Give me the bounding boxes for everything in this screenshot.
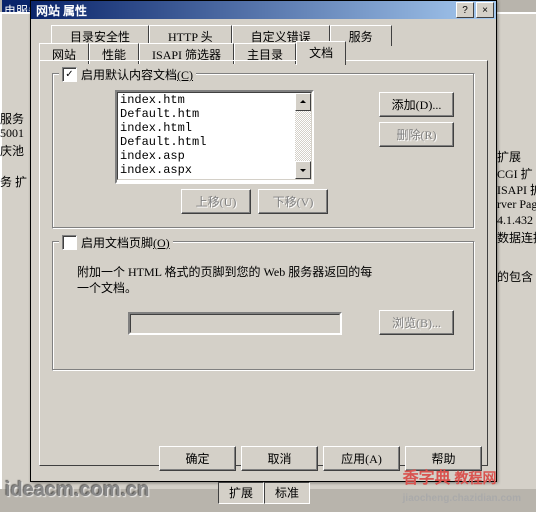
list-item[interactable]: Default.htm <box>120 107 293 121</box>
cancel-button[interactable]: 取消 <box>241 446 318 471</box>
bg-row: 数据连接 <box>497 229 536 246</box>
tab-documents[interactable]: 文档 <box>296 41 346 65</box>
checkbox-icon: ✓ <box>62 67 77 82</box>
checkbox-label: 启用文档页脚(O) <box>81 234 170 251</box>
scroll-down-icon[interactable] <box>295 161 311 179</box>
move-down-button[interactable]: 下移(V) <box>258 189 328 214</box>
bg-row: rver Pag <box>497 197 536 212</box>
checkbox-label: 启用默认内容文档(C) <box>81 66 193 83</box>
apply-button[interactable]: 应用(A) <box>323 446 400 471</box>
remove-button[interactable]: 删除(R) <box>379 122 454 147</box>
bg-side: 庆池 <box>0 142 24 159</box>
footer-description: 附加一个 HTML 格式的页脚到您的 Web 服务器返回的每一个文档。 <box>77 264 377 296</box>
enable-doc-footer-checkbox[interactable]: 启用文档页脚(O) <box>59 234 173 251</box>
bottom-tab-standard[interactable]: 标准 <box>264 482 310 504</box>
ok-button[interactable]: 确定 <box>159 446 236 471</box>
scroll-up-icon[interactable] <box>295 93 311 111</box>
bg-row: 4.1.432 <box>497 213 533 228</box>
browse-button: 浏览(B)... <box>379 310 454 335</box>
add-button[interactable]: 添加(D)... <box>379 92 454 117</box>
bottom-tab-strip: 扩展 标准 <box>218 482 310 504</box>
properties-dialog: 网站 属性 ? × 目录安全性 HTTP 头 自定义错误 服务 网站 性能 IS… <box>30 0 497 482</box>
bottom-tab-extensions[interactable]: 扩展 <box>218 482 264 504</box>
default-content-group: ✓ 启用默认内容文档(C) index.htm Default.htm inde… <box>52 73 475 229</box>
checkbox-icon <box>62 235 77 250</box>
bg-col-header: 扩展 <box>497 148 521 165</box>
list-item[interactable]: index.asp <box>120 149 293 163</box>
listbox-scrollbar[interactable] <box>295 93 311 179</box>
enable-default-docs-checkbox[interactable]: ✓ 启用默认内容文档(C) <box>59 66 196 83</box>
help-button[interactable]: ? <box>456 2 474 18</box>
close-button[interactable]: × <box>476 2 494 18</box>
watermark-left: ideacm.com.cn <box>5 479 150 502</box>
tab-strip: 目录安全性 HTTP 头 自定义错误 服务 网站 性能 ISAPI 筛选器 主目… <box>39 25 488 61</box>
bg-side: 5001 <box>0 126 24 141</box>
list-item[interactable]: index.htm <box>120 93 293 107</box>
bg-row: CGI 扩 <box>497 165 533 182</box>
bg-side: 务 扩 <box>0 173 27 190</box>
list-item[interactable]: index.html <box>120 121 293 135</box>
bg-row: 的包含 <box>497 268 533 285</box>
list-item[interactable]: index.aspx <box>120 163 293 177</box>
default-docs-listbox[interactable]: index.htm Default.htm index.html Default… <box>115 90 314 184</box>
move-up-button[interactable]: 上移(U) <box>181 189 251 214</box>
tab-panel-documents: ✓ 启用默认内容文档(C) index.htm Default.htm inde… <box>39 60 488 466</box>
list-item[interactable]: Default.html <box>120 135 293 149</box>
titlebar[interactable]: 网站 属性 ? × <box>31 1 496 19</box>
bg-side: 服务 <box>0 110 24 127</box>
bg-row: ISAPI 扩 <box>497 181 536 198</box>
footer-path-input <box>128 312 342 335</box>
document-footer-group: 启用文档页脚(O) 附加一个 HTML 格式的页脚到您的 Web 服务器返回的每… <box>52 241 475 371</box>
dialog-title: 网站 属性 <box>33 2 454 19</box>
watermark-right: 香字典 教程网 jiaocheng.chazidian.com <box>403 464 521 504</box>
